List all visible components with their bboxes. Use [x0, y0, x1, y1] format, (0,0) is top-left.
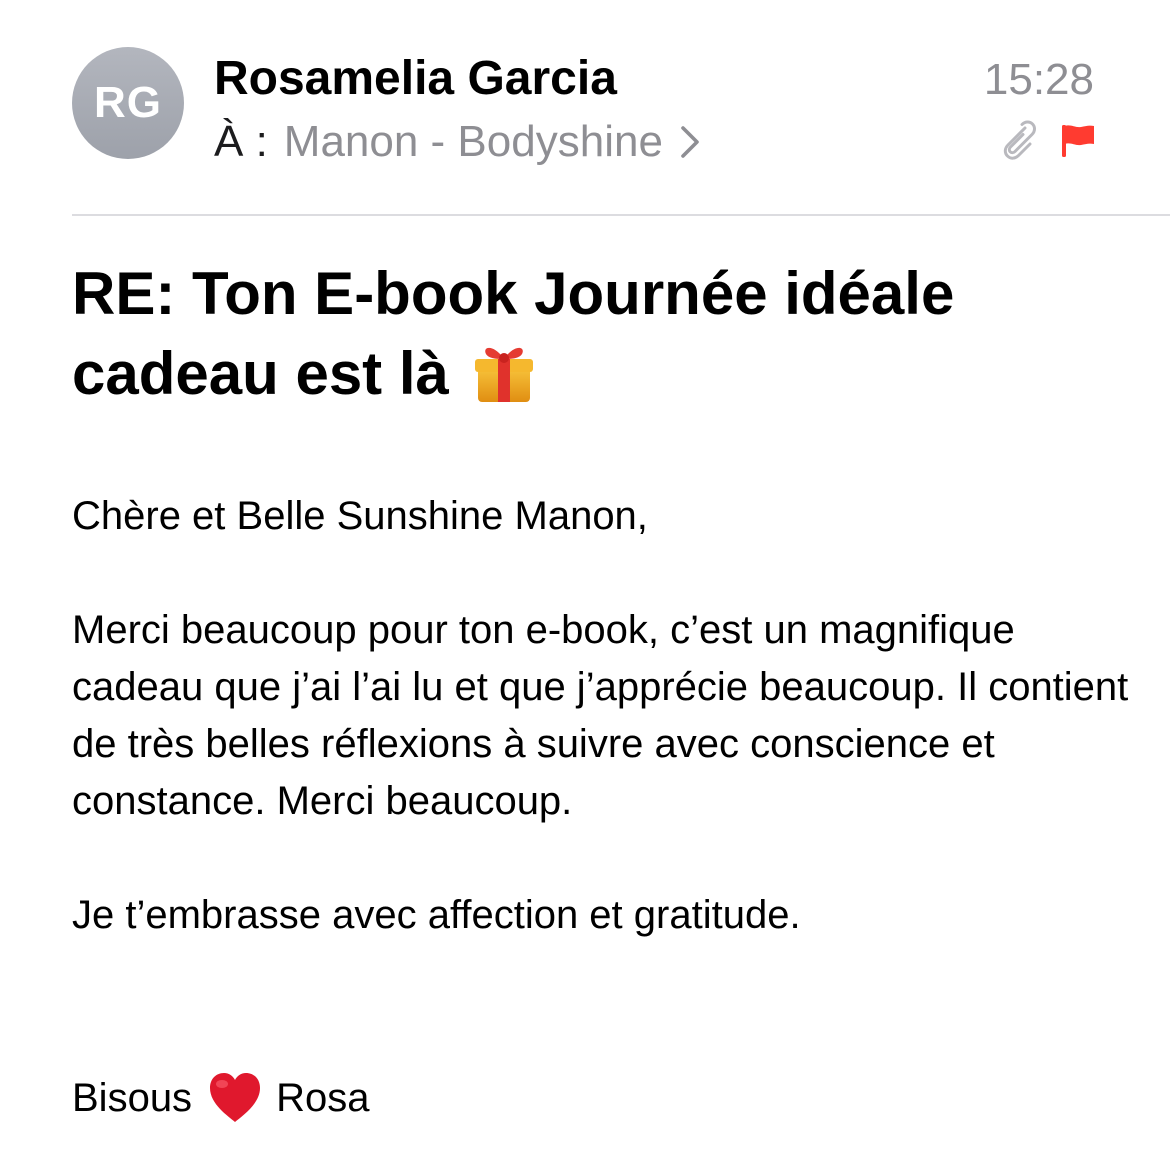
email-subject: RE: Ton E-book Journée idéale cadeau est…: [72, 254, 1112, 418]
signoff: Bisous Rosa: [72, 1068, 369, 1128]
greeting: Chère et Belle Sunshine Manon,: [72, 494, 648, 538]
header-divider: [72, 214, 1170, 216]
avatar-initials: RG: [94, 78, 162, 127]
recipient-row[interactable]: À : Manon - Bodyshine: [214, 113, 703, 171]
to-label: À :: [214, 117, 268, 166]
heart-icon: [210, 1073, 261, 1122]
avatar[interactable]: RG: [72, 47, 184, 159]
paperclip-icon: [996, 120, 1036, 164]
signoff-name: Rosa: [276, 1076, 370, 1120]
sender-name[interactable]: Rosamelia Garcia: [214, 50, 617, 108]
gift-icon: [466, 338, 538, 418]
email-header: RG Rosamelia Garcia À : Manon - Bodyshin…: [0, 0, 1170, 215]
closing-line: Je t’embrasse avec affection et gratitud…: [72, 893, 801, 937]
chevron-right-icon[interactable]: [679, 125, 703, 159]
email-body: Chère et Belle Sunshine Manon, Merci bea…: [72, 488, 1132, 944]
signoff-prefix: Bisous: [72, 1076, 193, 1120]
recipient-name[interactable]: Manon - Bodyshine: [284, 117, 663, 167]
flag-icon[interactable]: [1060, 124, 1096, 158]
timestamp: 15:28: [983, 55, 1094, 104]
body-paragraph: Merci beaucoup pour ton e-book, c’est un…: [72, 608, 1129, 823]
